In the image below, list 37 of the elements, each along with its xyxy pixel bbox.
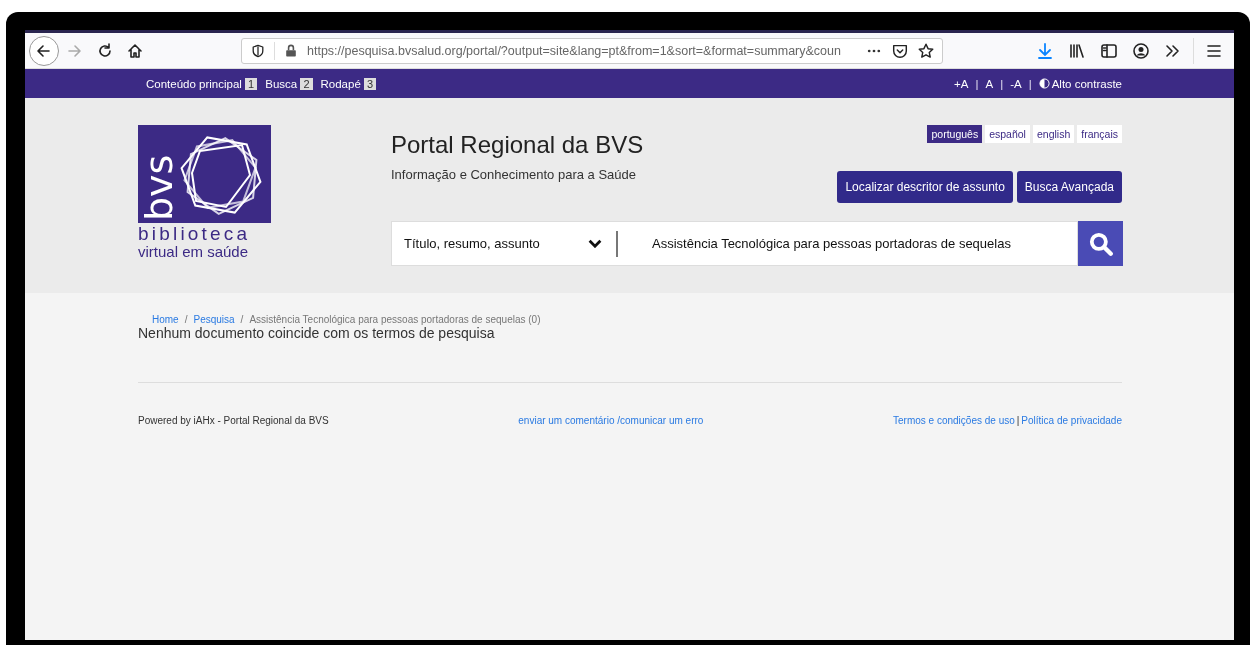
separator: | (1027, 77, 1033, 90)
footer-link[interactable]: Termos e condições de uso (893, 415, 1015, 426)
separator: | (1016, 415, 1020, 426)
breadcrumb-link[interactable]: Home (152, 314, 179, 325)
font-size-link[interactable]: +A (954, 77, 969, 90)
language-link[interactable]: français (1077, 125, 1122, 143)
logo[interactable]: bvs (138, 125, 271, 223)
skip-link[interactable]: Busca 2 (265, 77, 313, 90)
font-size-link[interactable]: A (985, 77, 994, 90)
skip-link[interactable]: Rodapé 3 (320, 77, 377, 90)
breadcrumb-separator: / (240, 314, 244, 325)
address-bar[interactable]: https://pesquisa.bvsalud.org/portal/?output=site&lang=pt&from=1&sort=&format=summary&coun (241, 37, 943, 64)
language-link[interactable]: español (985, 125, 1030, 143)
feedback-link[interactable]: enviar um comentário /comunicar um erro (518, 415, 704, 426)
search-button[interactable] (1078, 221, 1123, 266)
breadcrumb-link[interactable]: Pesquisa (193, 314, 235, 325)
site-title: Portal Regional da BVS (391, 131, 644, 159)
logo-text: virtual em saúde (138, 244, 250, 260)
site-subtitle: Informação e Conhecimento para a Saúde (391, 167, 637, 182)
skip-link[interactable]: Conteúdo principal 1 (146, 77, 258, 90)
logo-text: biblioteca (138, 224, 252, 244)
breadcrumb-separator: / (184, 314, 188, 325)
contrast-icon (1038, 78, 1050, 89)
action-button[interactable]: Localizar descritor de assunto (837, 171, 1013, 203)
breadcrumb-current: Assistência Tecnológica para pessoas portadoras de sequelas (0) (249, 314, 541, 325)
footer-link[interactable]: Política de privacidade (1021, 415, 1122, 426)
language-link[interactable]: português (927, 125, 983, 143)
action-button[interactable]: Busca Avançada (1016, 171, 1122, 203)
no-results-message: Nenhum documento coincide com os termos de pesquisa (138, 325, 496, 341)
language-link[interactable]: english (1032, 125, 1075, 143)
url-text: https://pesquisa.bvsalud.org/portal/?output=site&lang=pt&from=1&sort=&format=summary&coun (307, 43, 842, 58)
font-size-link[interactable]: -A (1010, 77, 1022, 90)
separator: | (999, 77, 1005, 90)
powered-by-text: Powered by iAHx - Portal Regional da BVS (138, 415, 329, 426)
search-icon (1087, 230, 1114, 257)
contrast-link[interactable]: Alto contraste (1038, 77, 1122, 90)
separator: | (974, 77, 980, 90)
